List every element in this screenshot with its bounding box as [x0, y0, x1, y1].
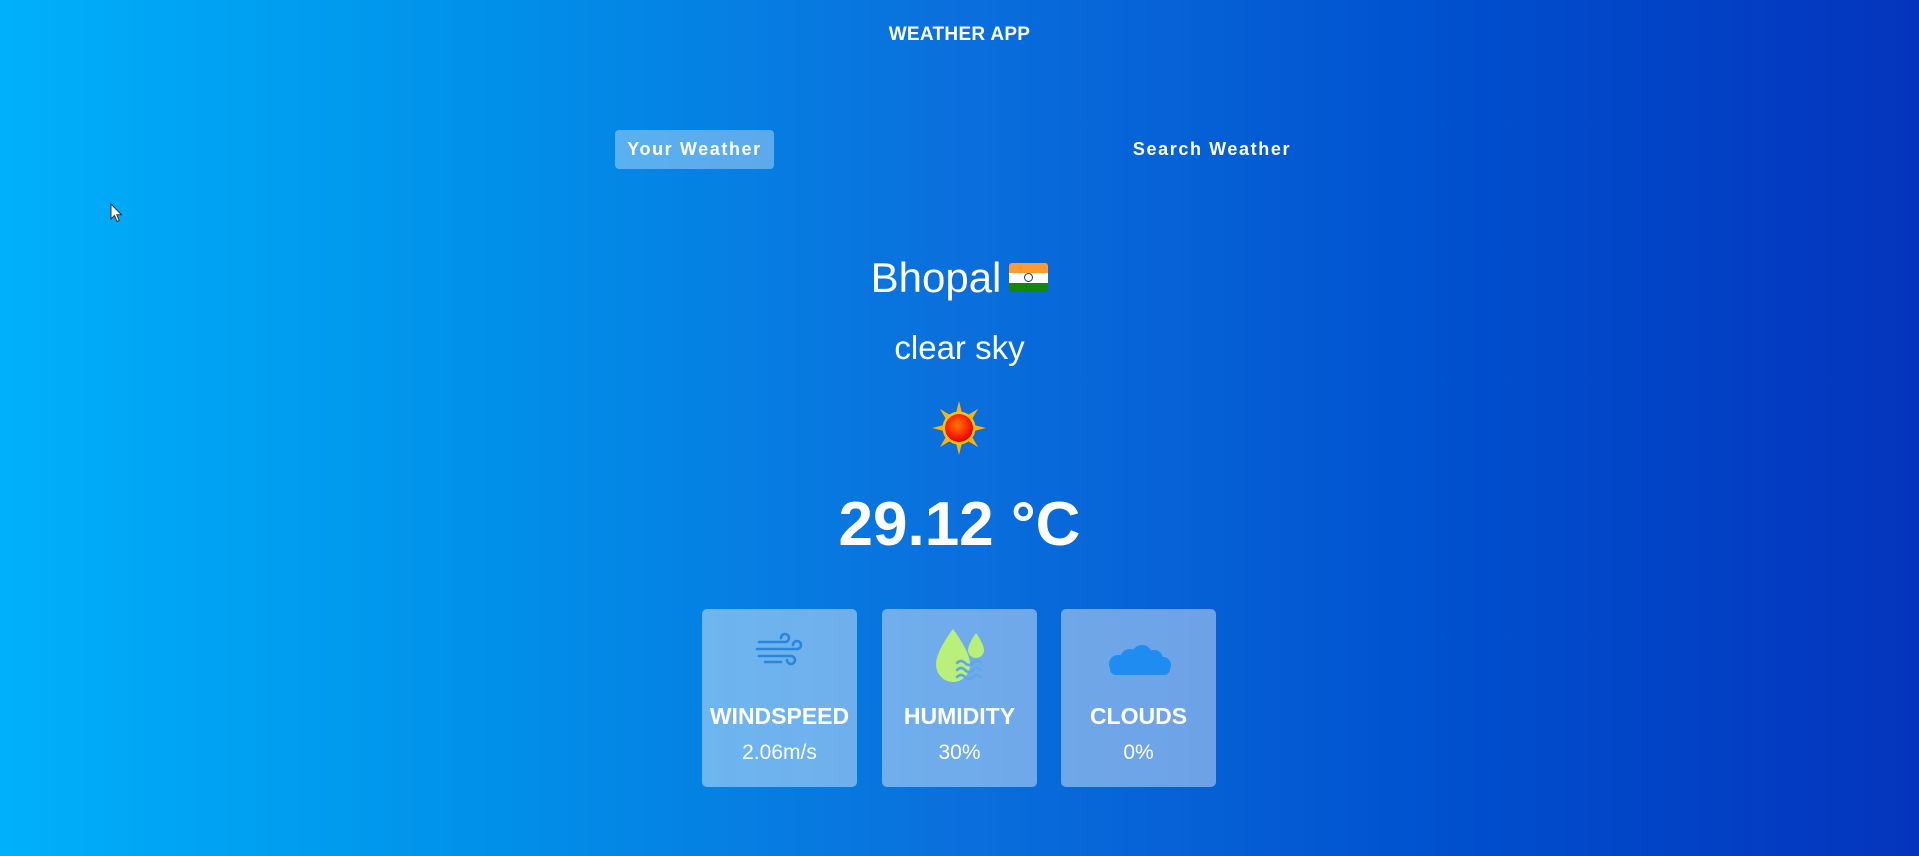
humidity-value: 30%	[938, 741, 981, 764]
app-title: WEATHER APP	[888, 24, 1031, 45]
humidity-card: HUMIDITY 30%	[882, 609, 1037, 787]
clouds-label: CLOUDS	[1089, 703, 1188, 729]
cloud-icon	[1108, 645, 1171, 675]
clouds-card: CLOUDS 0%	[1061, 609, 1216, 787]
tab-search-weather[interactable]: Search Weather	[1117, 130, 1307, 169]
location-heading: Bhopal	[0, 250, 1919, 306]
clouds-value: 0%	[1123, 741, 1154, 764]
city-name: Bhopal	[870, 254, 1002, 301]
windspeed-value: 2.06m/s	[742, 741, 817, 764]
wind-icon	[755, 632, 802, 666]
mouse-cursor-icon	[110, 203, 123, 223]
weather-description: clear sky	[894, 329, 1025, 366]
temperature-value: 29.12 °C	[838, 490, 1081, 559]
windspeed-label: WINDSPEED	[709, 703, 850, 729]
humidity-icon	[935, 629, 984, 682]
india-flag-icon	[1009, 263, 1049, 293]
tab-your-weather[interactable]: Your Weather	[615, 130, 774, 169]
humidity-label: HUMIDITY	[903, 703, 1016, 729]
sun-icon	[932, 401, 986, 455]
windspeed-card: WINDSPEED 2.06m/s	[702, 609, 857, 787]
